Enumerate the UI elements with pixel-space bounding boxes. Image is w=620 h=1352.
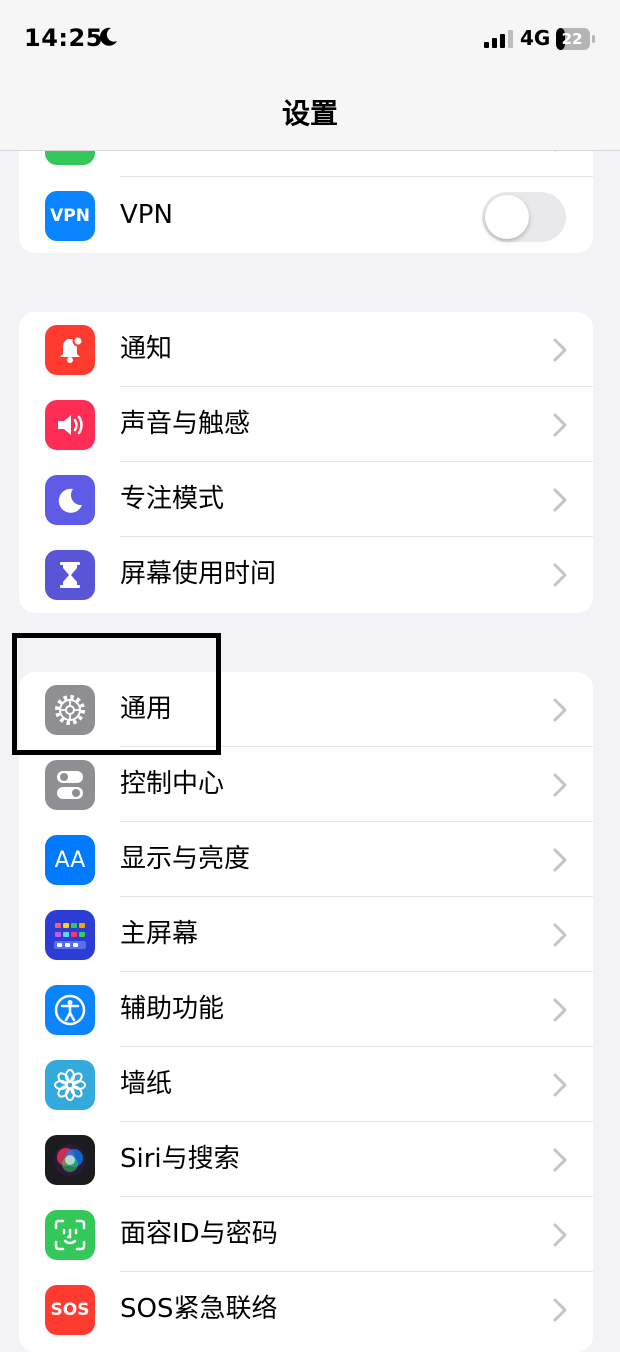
chevron-right-icon [553, 1148, 567, 1172]
settings-row-siri[interactable]: Siri与搜索 [19, 1122, 593, 1197]
status-time: 14:25 [24, 24, 103, 52]
page-title: 设置 [281, 97, 338, 130]
bell-icon [45, 325, 95, 375]
face-id-icon [45, 1210, 95, 1260]
moon-icon [45, 475, 95, 525]
chevron-right-icon [553, 698, 567, 722]
status-bar: 14:25 4G 22 [0, 0, 620, 80]
chevron-right-icon [553, 563, 567, 587]
settings-row-vpn[interactable]: VPN VPN [19, 178, 593, 253]
cellular-signal-icon [484, 30, 513, 48]
chevron-right-icon [553, 413, 567, 437]
settings-row-label: Siri与搜索 [120, 1144, 240, 1174]
settings-row-general[interactable]: 通用 [19, 672, 593, 747]
settings-row-label: 主屏幕 [120, 919, 199, 949]
settings-row-control-center[interactable]: 控制中心 [19, 747, 593, 822]
settings-row-label: 通用 [120, 694, 173, 724]
text-size-icon: AA [45, 835, 95, 885]
gear-icon [45, 685, 95, 735]
settings-row-display[interactable]: AA 显示与亮度 [19, 822, 593, 897]
vpn-icon: VPN [45, 191, 95, 241]
settings-row-label: VPN [120, 200, 173, 230]
settings-row-sos[interactable]: SOS SOS紧急联络 [19, 1272, 593, 1347]
settings-row-screen-time[interactable]: 屏幕使用时间 [19, 537, 593, 612]
vpn-toggle[interactable] [482, 192, 566, 242]
switches-icon [45, 760, 95, 810]
settings-row-sounds[interactable]: 声音与触感 [19, 387, 593, 462]
chevron-right-icon [553, 1223, 567, 1247]
speaker-icon [45, 400, 95, 450]
chevron-right-icon [553, 338, 567, 362]
do-not-disturb-moon-icon [100, 27, 117, 46]
row-separator [120, 176, 593, 177]
hourglass-icon [45, 550, 95, 600]
settings-row-focus[interactable]: 专注模式 [19, 462, 593, 537]
settings-row-face-id[interactable]: 面容ID与密码 [19, 1197, 593, 1272]
settings-row-label: 显示与亮度 [120, 844, 251, 874]
chevron-right-icon [553, 1298, 567, 1322]
chevron-right-icon [553, 998, 567, 1022]
network-type: 4G [520, 26, 551, 50]
home-grid-icon [45, 910, 95, 960]
chevron-right-icon [553, 488, 567, 512]
settings-row-label: 辅助功能 [120, 994, 225, 1024]
settings-row-label: 通知 [120, 334, 173, 364]
settings-group-notifications: 通知 声音与触感 专注模式 屏幕使用时间 [19, 312, 593, 613]
settings-row-notifications[interactable]: 通知 [19, 312, 593, 387]
settings-row-label: 声音与触感 [120, 409, 251, 439]
settings-row-label: 控制中心 [120, 769, 225, 799]
settings-row-label: SOS紧急联络 [120, 1294, 278, 1324]
chevron-right-icon [553, 1073, 567, 1097]
toggle-knob [485, 195, 529, 239]
settings-row-label: 专注模式 [120, 484, 225, 514]
siri-icon [45, 1135, 95, 1185]
chevron-right-icon [553, 923, 567, 947]
settings-group-general: 通用 控制中心 AA 显示与亮度 主屏幕 辅助功能 墙纸 Siri与搜索 面容I… [19, 672, 593, 1352]
settings-row-home-screen[interactable]: 主屏幕 [19, 897, 593, 972]
accessibility-icon [45, 985, 95, 1035]
settings-row-accessibility[interactable]: 辅助功能 [19, 972, 593, 1047]
battery-icon: 22 [556, 28, 596, 50]
settings-row-label: 屏幕使用时间 [120, 559, 277, 589]
settings-row-label: 墙纸 [120, 1069, 173, 1099]
flower-icon [45, 1060, 95, 1110]
navigation-bar: 设置 [0, 80, 620, 151]
chevron-right-icon [553, 848, 567, 872]
battery-level: 22 [561, 30, 583, 48]
sos-icon: SOS [45, 1285, 95, 1335]
settings-row-label: 面容ID与密码 [120, 1219, 278, 1249]
settings-row-wallpaper[interactable]: 墙纸 [19, 1047, 593, 1122]
chevron-right-icon [553, 773, 567, 797]
